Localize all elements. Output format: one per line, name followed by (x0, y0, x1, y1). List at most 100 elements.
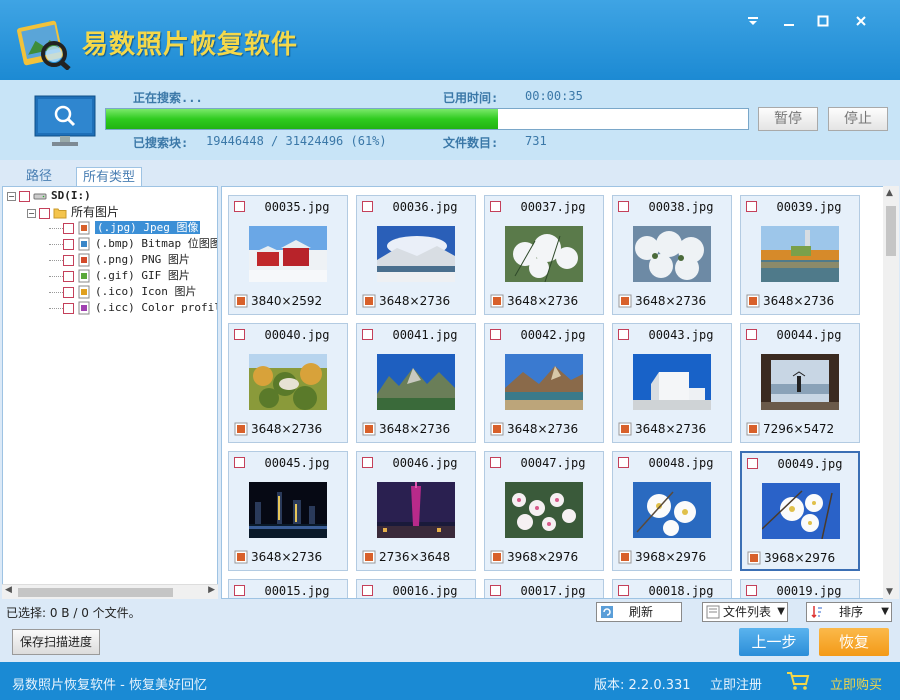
file-thumbnail-card[interactable]: 00017.jpg (484, 579, 604, 598)
file-checkbox[interactable] (362, 457, 373, 468)
file-thumbnail-card[interactable]: 00043.jpg 3648×2736 (612, 323, 732, 443)
file-thumbnail-card[interactable]: 00045.jpg 3648×2736 (228, 451, 348, 571)
file-name: 00045.jpg (264, 456, 330, 470)
file-checkbox[interactable] (234, 201, 245, 212)
tree-type-label: (.bmp) Bitmap 位图图 (95, 237, 218, 250)
file-name: 00016.jpg (392, 584, 458, 598)
file-checkbox[interactable] (747, 458, 758, 469)
menu-icon[interactable] (742, 12, 764, 34)
jpg-file-icon (234, 550, 248, 564)
file-checkbox[interactable] (490, 201, 501, 212)
file-checkbox[interactable] (618, 585, 629, 596)
file-checkbox[interactable] (234, 457, 245, 468)
checkbox[interactable] (63, 222, 74, 234)
file-thumbnail-card[interactable]: 00019.jpg (740, 579, 860, 598)
bmp-file-icon (78, 237, 90, 251)
scroll-up-icon[interactable]: ▲ (886, 188, 893, 198)
scroll-right-icon[interactable]: ▶ (208, 585, 215, 595)
tree-type-label: (.jpg) Jpeg 图像 (95, 221, 201, 234)
tab-all-types[interactable]: 所有类型 (76, 167, 143, 187)
file-thumbnail-card[interactable]: 00049.jpg 3968×2976 (740, 451, 860, 571)
register-link[interactable]: 立即注册 (710, 674, 762, 693)
scroll-down-icon[interactable]: ▼ (886, 587, 893, 597)
scrollbar-thumb[interactable] (18, 588, 173, 597)
file-checkbox[interactable] (746, 585, 757, 596)
scroll-left-icon[interactable]: ◀ (5, 585, 12, 595)
file-thumbnail-card[interactable]: 00016.jpg (356, 579, 476, 598)
file-thumbnail-card[interactable]: 00018.jpg (612, 579, 732, 598)
file-checkbox[interactable] (362, 585, 373, 596)
photo-thumbnail (249, 354, 327, 410)
file-checkbox[interactable] (234, 329, 245, 340)
grid-vertical-scrollbar[interactable]: ▲ ▼ (883, 186, 899, 599)
app-slogan: 易数照片恢复软件 - 恢复美好回忆 (12, 678, 207, 693)
checkbox[interactable] (39, 207, 50, 219)
scan-progress-panel: 正在搜索... 已用时间: 00:00:35 暂停 停止 已搜索块: 19446… (0, 80, 900, 160)
photo-thumbnail (377, 482, 455, 538)
file-checkbox[interactable] (618, 457, 629, 468)
file-thumbnail-card[interactable]: 00042.jpg 3648×2736 (484, 323, 604, 443)
file-thumbnail-card[interactable]: 00036.jpg 3648×2736 (356, 195, 476, 315)
jpg-file-icon (234, 294, 248, 308)
tree-node-type[interactable]: (.bmp) Bitmap 位图图 (49, 236, 218, 252)
jpg-file-icon (234, 422, 248, 436)
sort-icon (811, 606, 822, 619)
checkbox[interactable] (63, 302, 74, 314)
checkbox[interactable] (19, 190, 30, 202)
back-button[interactable]: 上一步 (739, 628, 809, 656)
tree-node-all-images[interactable]: − 所有图片 (27, 204, 119, 220)
checkbox[interactable] (63, 286, 74, 298)
file-checkbox[interactable] (234, 585, 245, 596)
tree-horizontal-scrollbar[interactable]: ◀ ▶ (2, 584, 218, 599)
file-thumbnail-card[interactable]: 00039.jpg 3648×2736 (740, 195, 860, 315)
file-name: 00036.jpg (392, 200, 458, 214)
save-scan-progress-button[interactable]: 保存扫描进度 (12, 629, 100, 655)
file-checkbox[interactable] (746, 329, 757, 340)
tree-node-type[interactable]: (.jpg) Jpeg 图像 (49, 220, 201, 236)
file-thumbnail-card[interactable]: 00046.jpg 2736×3648 (356, 451, 476, 571)
file-checkbox[interactable] (618, 329, 629, 340)
file-thumbnail-card[interactable]: 00047.jpg 3968×2976 (484, 451, 604, 571)
pause-button[interactable]: 暂停 (758, 107, 818, 131)
file-thumbnail-card[interactable]: 00041.jpg 3648×2736 (356, 323, 476, 443)
tree-node-type[interactable]: (.png) PNG 图片 (49, 252, 190, 268)
file-checkbox[interactable] (362, 201, 373, 212)
photo-thumbnail (377, 226, 455, 282)
cart-icon[interactable] (786, 671, 810, 691)
checkbox[interactable] (63, 270, 74, 282)
tree-node-drive[interactable]: − SD(I:) (7, 188, 91, 204)
file-checkbox[interactable] (490, 585, 501, 596)
file-checkbox[interactable] (490, 329, 501, 340)
file-thumbnail-card[interactable]: 00040.jpg 3648×2736 (228, 323, 348, 443)
scrollbar-thumb[interactable] (886, 206, 896, 256)
refresh-button[interactable]: 刷新 (596, 602, 682, 622)
file-checkbox[interactable] (746, 201, 757, 212)
elapsed-value: 00:00:35 (525, 89, 583, 103)
tab-path[interactable]: 路径 (20, 167, 58, 187)
sort-dropdown[interactable]: 排序 ▼ (806, 602, 892, 622)
buy-link[interactable]: 立即购买 (830, 674, 882, 693)
minimize-icon[interactable] (778, 12, 800, 34)
checkbox[interactable] (63, 254, 74, 266)
view-dropdown[interactable]: 文件列表 ▼ (702, 602, 788, 622)
file-thumbnail-card[interactable]: 00015.jpg (228, 579, 348, 598)
maximize-icon[interactable] (812, 12, 834, 34)
file-thumbnail-card[interactable]: 00035.jpg 3840×2592 (228, 195, 348, 315)
file-checkbox[interactable] (362, 329, 373, 340)
tree-node-type[interactable]: (.icc) Color profile (49, 300, 217, 316)
file-checkbox[interactable] (490, 457, 501, 468)
file-name: 00040.jpg (264, 328, 330, 342)
file-checkbox[interactable] (618, 201, 629, 212)
file-thumbnail-card[interactable]: 00037.jpg 3648×2736 (484, 195, 604, 315)
file-thumbnail-card[interactable]: 00044.jpg 7296×5472 (740, 323, 860, 443)
tree-node-type[interactable]: (.gif) GIF 图片 (49, 268, 190, 284)
collapse-icon[interactable]: − (27, 208, 36, 218)
stop-button[interactable]: 停止 (828, 107, 888, 131)
file-thumbnail-card[interactable]: 00048.jpg 3968×2976 (612, 451, 732, 571)
collapse-icon[interactable]: − (7, 191, 16, 201)
close-icon[interactable] (850, 12, 872, 34)
checkbox[interactable] (63, 238, 74, 250)
tree-node-type[interactable]: (.ico) Icon 图片 (49, 284, 196, 300)
recover-button[interactable]: 恢复 (819, 628, 889, 656)
file-thumbnail-card[interactable]: 00038.jpg 3648×2736 (612, 195, 732, 315)
